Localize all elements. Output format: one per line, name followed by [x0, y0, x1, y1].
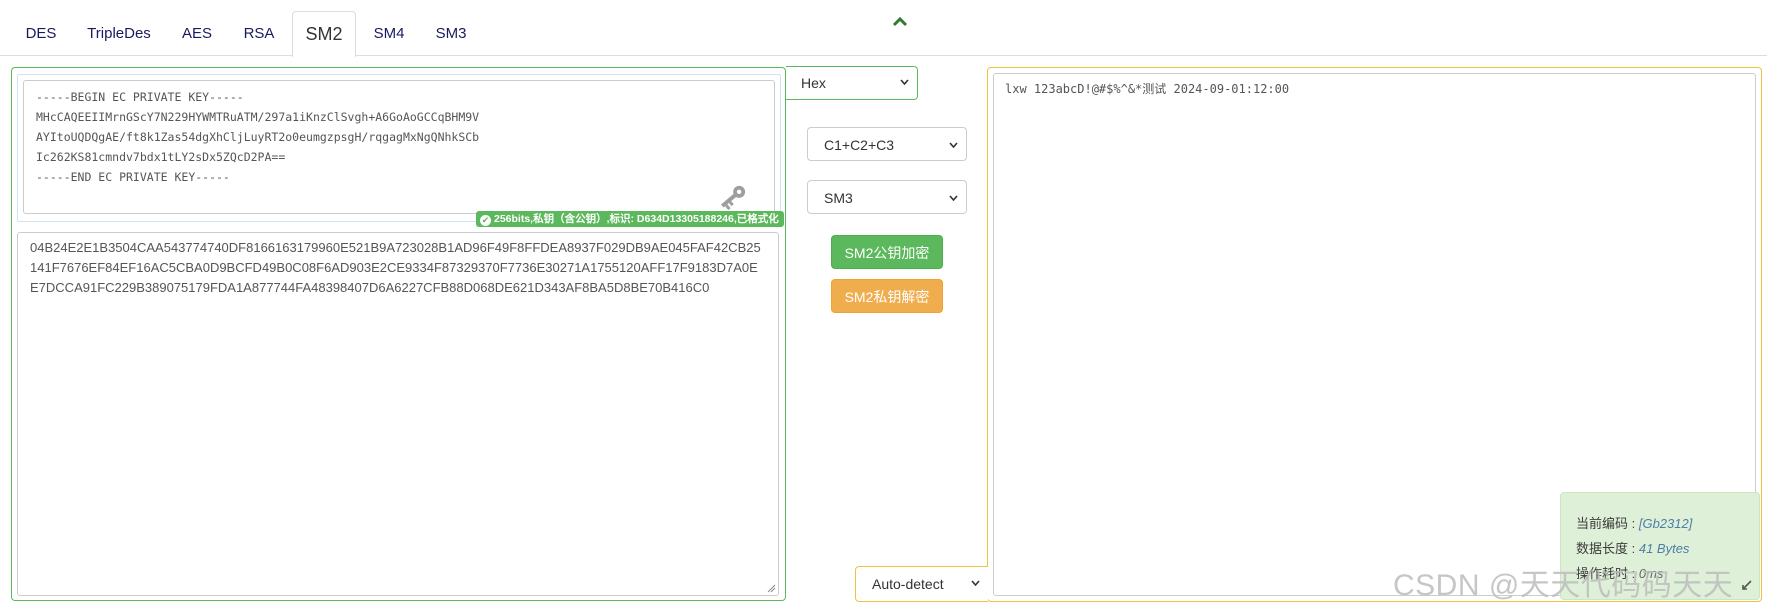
hash-algorithm-select[interactable]: SM3: [807, 180, 967, 214]
current-encoding-label: 当前编码 :: [1576, 516, 1639, 531]
chevron-down-icon: [900, 79, 909, 85]
chevron-down-icon: [971, 580, 980, 586]
sm2-public-encrypt-button[interactable]: SM2公钥加密: [831, 235, 943, 269]
key-icon: [720, 185, 746, 211]
chevron-down-icon: [949, 142, 958, 148]
tab-rsa[interactable]: RSA: [234, 11, 284, 55]
key-info-badge: ✔ 256bits,私钥（含公钥）,标识: D634D13305188246,已格…: [476, 211, 784, 227]
encoding-select-value: Auto-detect: [872, 576, 944, 592]
key-info-text: 256bits,私钥（含公钥）,标识: D634D13305188246,已格式…: [494, 213, 779, 225]
hash-algorithm-value: SM3: [824, 190, 853, 206]
encoding-wrapper: Auto-detect: [855, 566, 988, 602]
output-format-select[interactable]: Hex: [786, 67, 917, 99]
ciphertext-value: 04B24E2E1B3504CAA543774740DF816616317996…: [30, 240, 761, 295]
tab-tripledes[interactable]: TripleDes: [80, 11, 158, 55]
ciphertext-input[interactable]: 04B24E2E1B3504CAA543774740DF816616317996…: [17, 232, 779, 596]
data-length-value: 41 Bytes: [1638, 541, 1690, 556]
tab-sm4[interactable]: SM4: [364, 11, 414, 55]
chevron-up-icon[interactable]: [890, 14, 910, 30]
ciphertext-panel: -----BEGIN EC PRIVATE KEY----- MHcCAQEEI…: [11, 67, 786, 601]
chevron-down-icon: [949, 195, 958, 201]
sm2-private-decrypt-button[interactable]: SM2私钥解密: [831, 279, 943, 313]
tab-sm3[interactable]: SM3: [426, 11, 476, 55]
data-length: 数据长度 : 41 Bytes: [1576, 536, 1759, 561]
check-circle-icon: ✔: [480, 215, 491, 226]
tab-sm2[interactable]: SM2: [292, 11, 356, 57]
shrink-icon[interactable]: [1741, 579, 1753, 591]
resize-handle-icon[interactable]: [766, 583, 776, 593]
output-format-wrapper: Hex: [786, 66, 918, 100]
private-key-input[interactable]: -----BEGIN EC PRIVATE KEY----- MHcCAQEEI…: [23, 80, 775, 214]
csdn-watermark: CSDN @天天代码码天天: [1393, 569, 1734, 602]
cipher-mode-select[interactable]: C1+C2+C3: [807, 127, 967, 161]
tab-des[interactable]: DES: [12, 11, 70, 55]
current-encoding: 当前编码 : [Gb2312]: [1576, 511, 1759, 536]
output-format-value: Hex: [801, 75, 826, 91]
cipher-mode-value: C1+C2+C3: [824, 137, 895, 153]
current-encoding-value: [Gb2312]: [1638, 516, 1693, 531]
encoding-select[interactable]: Auto-detect: [856, 568, 988, 600]
data-length-label: 数据长度 :: [1576, 541, 1639, 556]
algorithm-tabs: DES TripleDes AES RSA SM2 SM4 SM3: [0, 0, 1767, 57]
tab-aes[interactable]: AES: [170, 11, 224, 55]
key-container: -----BEGIN EC PRIVATE KEY----- MHcCAQEEI…: [17, 74, 784, 227]
